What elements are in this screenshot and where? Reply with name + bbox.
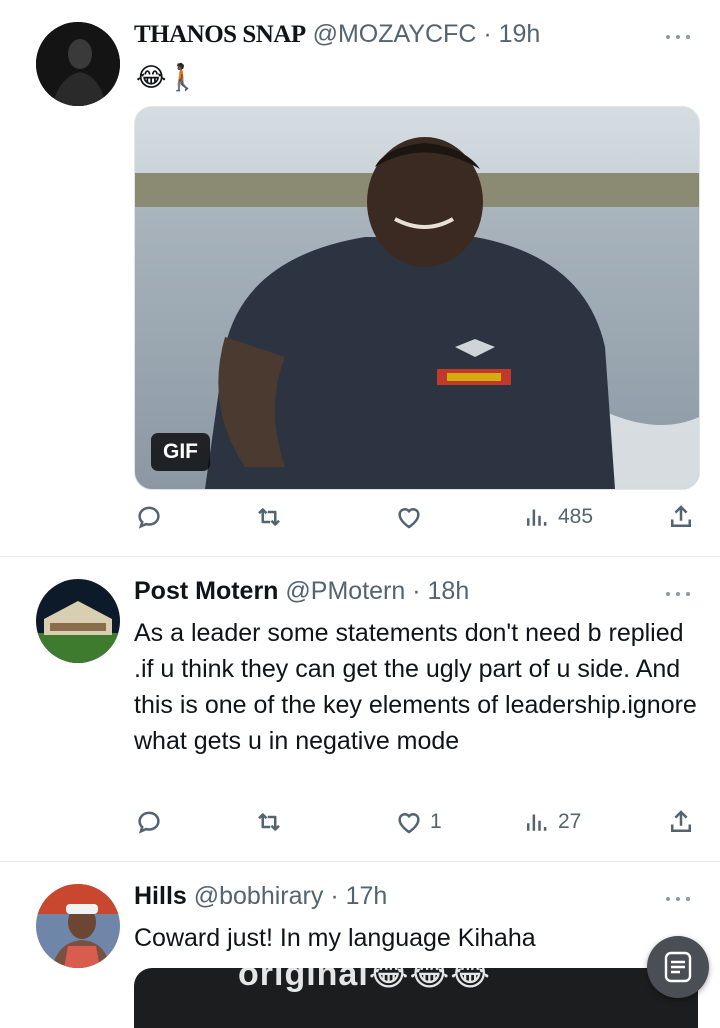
tweet-text: Coward just! In my language Kihaha <box>134 924 536 952</box>
tweet-actions: 485 <box>134 502 698 534</box>
tweet-media-gif[interactable]: GIF <box>134 106 700 490</box>
retweet-button[interactable] <box>254 502 290 532</box>
avatar-image <box>36 884 120 968</box>
tweet-2[interactable]: Post Motern @PMotern · 18h As a leader s… <box>0 557 720 861</box>
views-button[interactable]: 485 <box>522 502 593 532</box>
views-count: 485 <box>558 505 594 528</box>
heart-icon <box>398 813 420 834</box>
more-options-icon[interactable] <box>666 589 692 599</box>
compose-button[interactable] <box>647 936 709 998</box>
views-count: 27 <box>558 810 582 833</box>
tweet-header: THANOS SNAP @MOZAYCFC · 19h <box>134 20 540 49</box>
reply-button[interactable] <box>134 807 170 837</box>
share-button[interactable] <box>666 807 696 837</box>
avatar[interactable] <box>36 884 120 968</box>
like-button[interactable] <box>394 502 430 532</box>
compose-icon <box>664 951 692 983</box>
display-name[interactable]: THANOS SNAP <box>134 21 306 48</box>
tweet-header: Hills @bobhirary · 17h <box>134 882 387 911</box>
avatar-image <box>36 22 120 106</box>
views-icon <box>527 814 547 831</box>
tweet-text: As a leader some statements don't need b… <box>134 619 697 755</box>
more-options-icon[interactable] <box>666 894 692 904</box>
media-caption: original😂😂😂 <box>238 968 491 993</box>
views-button[interactable]: 27 <box>522 807 581 837</box>
like-count: 1 <box>430 810 442 833</box>
avatar[interactable] <box>36 579 120 663</box>
gif-frame <box>135 107 699 489</box>
tweet-actions: 1 27 <box>134 807 698 839</box>
display-name[interactable]: Post Motern <box>134 577 278 605</box>
like-button[interactable]: 1 <box>394 807 442 837</box>
heart-icon <box>398 508 420 529</box>
gif-badge: GIF <box>151 433 210 471</box>
reply-icon <box>138 811 160 834</box>
tweet-header: Post Motern @PMotern · 18h <box>134 577 469 606</box>
timestamp[interactable]: · 18h <box>412 577 469 605</box>
share-icon <box>671 810 691 832</box>
reply-icon <box>138 506 160 529</box>
avatar[interactable] <box>36 22 120 106</box>
tweet-media-video[interactable]: original😂😂😂 <box>134 968 698 1028</box>
more-options-icon[interactable] <box>666 32 692 42</box>
user-handle[interactable]: @PMotern <box>285 577 405 605</box>
retweet-icon <box>258 508 280 526</box>
share-icon <box>671 505 691 527</box>
share-button[interactable] <box>666 502 696 532</box>
retweet-button[interactable] <box>254 807 290 837</box>
user-handle[interactable]: @MOZAYCFC <box>313 20 477 48</box>
tweet-text: 😂🚶🏿 <box>136 62 199 92</box>
tweet-1[interactable]: THANOS SNAP @MOZAYCFC · 19h 😂🚶🏿 GIF 485 <box>0 0 720 556</box>
avatar-image <box>36 579 120 663</box>
reply-button[interactable] <box>134 502 170 532</box>
views-icon <box>527 509 547 526</box>
timestamp[interactable]: · 19h <box>483 20 540 48</box>
retweet-icon <box>258 813 280 831</box>
display-name[interactable]: Hills <box>134 882 187 910</box>
timestamp[interactable]: · 17h <box>330 882 387 910</box>
user-handle[interactable]: @bobhirary <box>194 882 324 910</box>
